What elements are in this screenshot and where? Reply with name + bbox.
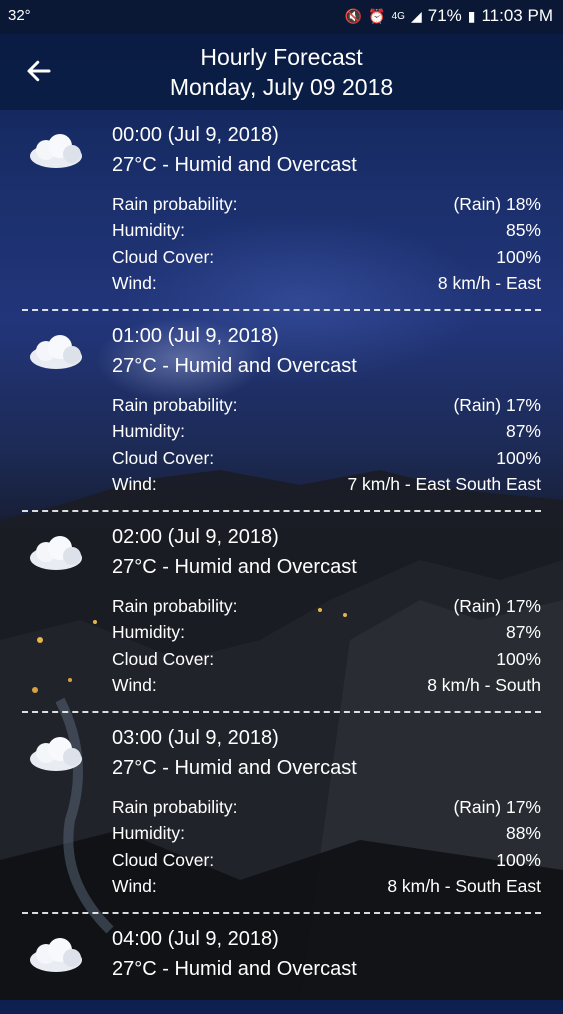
wind-row: Wind: 8 km/h - East <box>112 273 541 299</box>
wind-label: Wind: <box>112 474 157 494</box>
forecast-item[interactable]: 02:00 (Jul 9, 2018) 27°C - Humid and Ove… <box>0 512 563 713</box>
humidity-label: Humidity: <box>112 622 185 642</box>
clock: 11:03 PM <box>481 6 553 25</box>
wind-row: Wind: 8 km/h - South <box>112 675 541 701</box>
rain-value: (Rain) 17% <box>453 797 541 817</box>
humidity-value: 87% <box>505 421 541 441</box>
rain-label: Rain probability: <box>112 596 238 616</box>
forecast-time: 01:00 (Jul 9, 2018) <box>112 325 279 347</box>
cloud-value: 100% <box>496 649 541 669</box>
page-title: Hourly Forecast <box>200 44 363 70</box>
rain-row: Rain probability: (Rain) 17% <box>112 797 541 823</box>
wind-value: 8 km/h - East <box>437 273 541 293</box>
status-bar: 32° 🔇 ⏰ 4G ◢ 71% ▮ 11:03 PM <box>0 0 563 34</box>
cloud-icon <box>30 938 82 972</box>
humidity-value: 87% <box>505 622 541 642</box>
cloud-label: Cloud Cover: <box>112 448 215 468</box>
humidity-row: Humidity: 87% <box>112 421 541 447</box>
cloud-label: Cloud Cover: <box>112 247 215 267</box>
rain-value: (Rain) 18% <box>453 194 541 214</box>
rain-row: Rain probability: (Rain) 18% <box>112 194 541 220</box>
wind-label: Wind: <box>112 273 157 293</box>
page-subtitle: Monday, July 09 2018 <box>169 74 394 100</box>
wind-value: 7 km/h - East South East <box>347 474 541 494</box>
rain-row: Rain probability: (Rain) 17% <box>112 395 541 421</box>
forecast-item[interactable]: 04:00 (Jul 9, 2018) 27°C - Humid and Ove… <box>0 914 563 1014</box>
cloud-icon <box>30 536 82 570</box>
wind-label: Wind: <box>112 876 157 896</box>
rain-label: Rain probability: <box>112 797 238 817</box>
cloud-label: Cloud Cover: <box>112 649 215 669</box>
humidity-label: Humidity: <box>112 421 185 441</box>
forecast-list[interactable]: 00:00 (Jul 9, 2018) 27°C - Humid and Ove… <box>0 110 563 1014</box>
humidity-label: Humidity: <box>112 823 185 843</box>
alarm-icon: ⏰ <box>368 7 386 24</box>
forecast-condition: 27°C - Humid and Overcast <box>112 154 357 176</box>
humidity-label: Humidity: <box>112 220 185 240</box>
cloud-row: Cloud Cover: 100% <box>112 448 541 474</box>
wind-value: 8 km/h - South <box>427 675 541 695</box>
network-label: 4G <box>391 10 405 22</box>
wind-row: Wind: 7 km/h - East South East <box>112 474 541 500</box>
forecast-condition: 27°C - Humid and Overcast <box>112 757 357 779</box>
forecast-item[interactable]: 00:00 (Jul 9, 2018) 27°C - Humid and Ove… <box>0 110 563 311</box>
forecast-condition: 27°C - Humid and Overcast <box>112 556 357 578</box>
cloud-icon <box>30 737 82 771</box>
forecast-condition: 27°C - Humid and Overcast <box>112 958 357 980</box>
forecast-time: 00:00 (Jul 9, 2018) <box>112 124 279 146</box>
rain-label: Rain probability: <box>112 194 238 214</box>
battery-icon: ▮ <box>467 7 476 24</box>
cloud-icon <box>30 335 82 369</box>
forecast-item[interactable]: 01:00 (Jul 9, 2018) 27°C - Humid and Ove… <box>0 311 563 512</box>
cloud-value: 100% <box>496 448 541 468</box>
mute-icon: 🔇 <box>344 7 363 24</box>
humidity-value: 85% <box>505 220 541 240</box>
forecast-time: 03:00 (Jul 9, 2018) <box>112 727 279 749</box>
forecast-condition: 27°C - Humid and Overcast <box>112 355 357 377</box>
rain-row: Rain probability: (Rain) 17% <box>112 596 541 622</box>
humidity-row: Humidity: 85% <box>112 220 541 246</box>
humidity-value: 88% <box>505 823 541 843</box>
cloud-row: Cloud Cover: 100% <box>112 649 541 675</box>
forecast-item[interactable]: 03:00 (Jul 9, 2018) 27°C - Humid and Ove… <box>0 713 563 914</box>
wind-value: 8 km/h - South East <box>387 876 541 896</box>
status-temperature: 32° <box>8 7 31 24</box>
humidity-row: Humidity: 87% <box>112 622 541 648</box>
rain-value: (Rain) 17% <box>453 395 541 415</box>
humidity-row: Humidity: 88% <box>112 823 541 849</box>
cloud-label: Cloud Cover: <box>112 850 215 870</box>
signal-icon: ◢ <box>410 7 422 24</box>
app-bar: Hourly Forecast Monday, July 09 2018 <box>0 34 563 110</box>
cloud-value: 100% <box>496 247 541 267</box>
cloud-row: Cloud Cover: 100% <box>112 850 541 876</box>
forecast-time: 04:00 (Jul 9, 2018) <box>112 928 279 950</box>
cloud-value: 100% <box>496 850 541 870</box>
rain-value: (Rain) 17% <box>453 596 541 616</box>
battery-percent: 71% <box>427 6 462 25</box>
forecast-time: 02:00 (Jul 9, 2018) <box>112 526 279 548</box>
cloud-row: Cloud Cover: 100% <box>112 247 541 273</box>
wind-row: Wind: 8 km/h - South East <box>112 876 541 902</box>
cloud-icon <box>30 134 82 168</box>
rain-label: Rain probability: <box>112 395 238 415</box>
wind-label: Wind: <box>112 675 157 695</box>
